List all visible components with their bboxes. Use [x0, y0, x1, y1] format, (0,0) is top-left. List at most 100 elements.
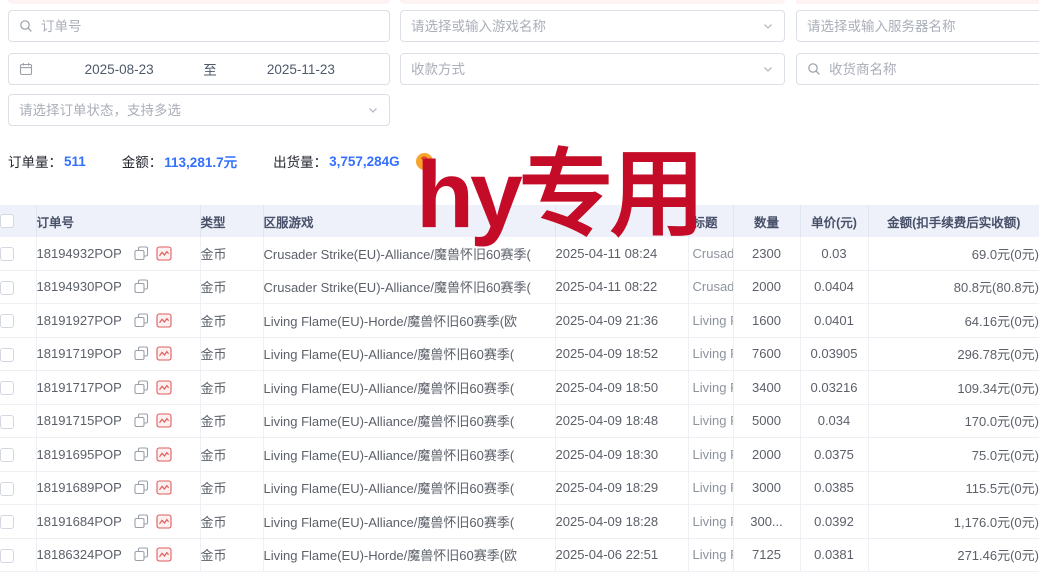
calendar-icon: [19, 62, 33, 76]
order-type: 金币: [200, 438, 263, 472]
table-row: 18194930POP 金币 Crusader Strike(EU)-Allia…: [0, 270, 1039, 304]
row-checkbox[interactable]: [0, 281, 14, 295]
game-name-filter[interactable]: [400, 10, 785, 42]
table-row: 18191695POP 金币 Living Flame(EU)-Alliance…: [0, 438, 1039, 472]
server-name-input[interactable]: [807, 19, 1039, 34]
screenshot-icon[interactable]: [156, 447, 172, 462]
order-number: 18191684POP: [37, 514, 122, 529]
shipment-label: 出货量：: [273, 151, 327, 171]
row-checkbox[interactable]: [0, 515, 14, 529]
copy-icon[interactable]: [134, 514, 149, 529]
copy-icon[interactable]: [134, 279, 149, 294]
region-game: Living Flame(EU)-Horde/魔兽怀旧60赛季(欧: [264, 311, 555, 330]
screenshot-icon[interactable]: [156, 514, 172, 529]
chevron-down-icon[interactable]: [762, 63, 774, 75]
screenshot-icon[interactable]: [156, 246, 172, 261]
screenshot-icon[interactable]: [156, 480, 172, 495]
unit-price: 0.0404: [800, 270, 868, 304]
row-checkbox[interactable]: [0, 482, 14, 496]
order-status-filter[interactable]: [8, 94, 390, 126]
region-game: Crusader Strike(EU)-Alliance/魔兽怀旧60赛季(: [264, 277, 555, 296]
order-count-value: 511: [64, 154, 86, 169]
order-time: 2025-04-11 08:22: [555, 270, 688, 304]
shipment-value: 3,757,284G: [329, 154, 400, 169]
summary-stats: 订单量： 511 金额： 113,281.7元 出货量： 3,757,284G …: [8, 151, 433, 171]
row-checkbox[interactable]: [0, 314, 14, 328]
order-type: 金币: [200, 404, 263, 438]
order-number: 18191717POP: [37, 380, 122, 395]
order-time: 2025-04-09 18:30: [555, 438, 688, 472]
payment-method-filter[interactable]: [400, 53, 785, 85]
amount-value: 113,281.7元: [164, 151, 237, 171]
screenshot-icon[interactable]: [156, 547, 172, 562]
row-checkbox[interactable]: [0, 348, 14, 362]
row-checkbox[interactable]: [0, 381, 14, 395]
date-range-picker[interactable]: 2025-08-23 至 2025-11-23: [8, 53, 390, 85]
select-all-checkbox[interactable]: [0, 214, 14, 228]
copy-icon[interactable]: [134, 346, 149, 361]
top-cutoff-strip: [8, 0, 390, 4]
screenshot-icon[interactable]: [156, 380, 172, 395]
date-start-value[interactable]: 2025-08-23: [41, 62, 197, 77]
shipment-stat: 出货量： 3,757,284G: [273, 151, 400, 171]
payment-method-input[interactable]: [411, 62, 774, 77]
copy-icon[interactable]: [134, 313, 149, 328]
order-number: 18191715POP: [37, 413, 122, 428]
copy-icon[interactable]: [134, 246, 149, 261]
quantity: 3400: [733, 371, 800, 405]
copy-icon[interactable]: [134, 547, 149, 562]
table-row: 18191689POP 金币 Living Flame(EU)-Alliance…: [0, 471, 1039, 505]
unit-price: 0.03905: [800, 337, 868, 371]
region-game: Living Flame(EU)-Alliance/魔兽怀旧60赛季(: [264, 445, 555, 464]
order-status-input[interactable]: [19, 103, 379, 118]
screenshot-icon[interactable]: [156, 413, 172, 428]
header-type: 类型: [200, 205, 263, 237]
header-amount: 金额(扣手续费后实收额): [868, 205, 1039, 237]
table-row: 18191717POP 金币 Living Flame(EU)-Alliance…: [0, 371, 1039, 405]
table-row: 18191684POP 金币 Living Flame(EU)-Alliance…: [0, 505, 1039, 539]
search-icon: [19, 19, 33, 33]
copy-icon[interactable]: [134, 447, 149, 462]
top-cutoff-strip: [796, 0, 1039, 4]
item-title: Living Fl: [693, 547, 733, 562]
row-checkbox[interactable]: [0, 415, 14, 429]
copy-icon[interactable]: [134, 413, 149, 428]
order-time: 2025-04-09 18:52: [555, 337, 688, 371]
order-number-input[interactable]: [41, 19, 379, 34]
date-end-value[interactable]: 2025-11-23: [223, 62, 379, 77]
quantity: 1600: [733, 304, 800, 338]
quantity: 2300: [733, 237, 800, 270]
order-type: 金币: [200, 270, 263, 304]
header-order-no: 订单号: [36, 205, 200, 237]
header-price: 单价(元): [800, 205, 868, 237]
table-row: 18194932POP 金币 Crusader Strike(EU)-Allia…: [0, 237, 1039, 270]
item-title: Living Fl: [693, 380, 733, 395]
order-count-label: 订单量：: [8, 151, 62, 171]
quantity: 7125: [733, 538, 800, 572]
row-checkbox[interactable]: [0, 448, 14, 462]
copy-icon[interactable]: [134, 380, 149, 395]
amount: 271.46元(0元): [868, 538, 1039, 572]
unit-price: 0.0392: [800, 505, 868, 539]
row-checkbox[interactable]: [0, 549, 14, 563]
order-type: 金币: [200, 337, 263, 371]
help-icon[interactable]: ?: [416, 153, 433, 170]
order-number-filter[interactable]: [8, 10, 390, 42]
order-type: 金币: [200, 471, 263, 505]
merchant-name-filter[interactable]: [796, 53, 1039, 85]
row-checkbox[interactable]: [0, 247, 14, 261]
screenshot-icon[interactable]: [156, 313, 172, 328]
chevron-down-icon[interactable]: [762, 20, 774, 32]
server-name-filter[interactable]: [796, 10, 1039, 42]
amount-label: 金额：: [122, 151, 163, 171]
copy-icon[interactable]: [134, 480, 149, 495]
region-game: Living Flame(EU)-Alliance/魔兽怀旧60赛季(: [264, 512, 555, 531]
header-qty: 数量: [733, 205, 800, 237]
amount: 75.0元(0元): [868, 438, 1039, 472]
game-name-input[interactable]: [411, 19, 774, 34]
region-game: Living Flame(EU)-Horde/魔兽怀旧60赛季(欧: [264, 545, 555, 564]
merchant-name-input[interactable]: [829, 62, 1039, 77]
chevron-down-icon[interactable]: [367, 104, 379, 116]
order-number: 18191927POP: [37, 313, 122, 328]
screenshot-icon[interactable]: [156, 346, 172, 361]
